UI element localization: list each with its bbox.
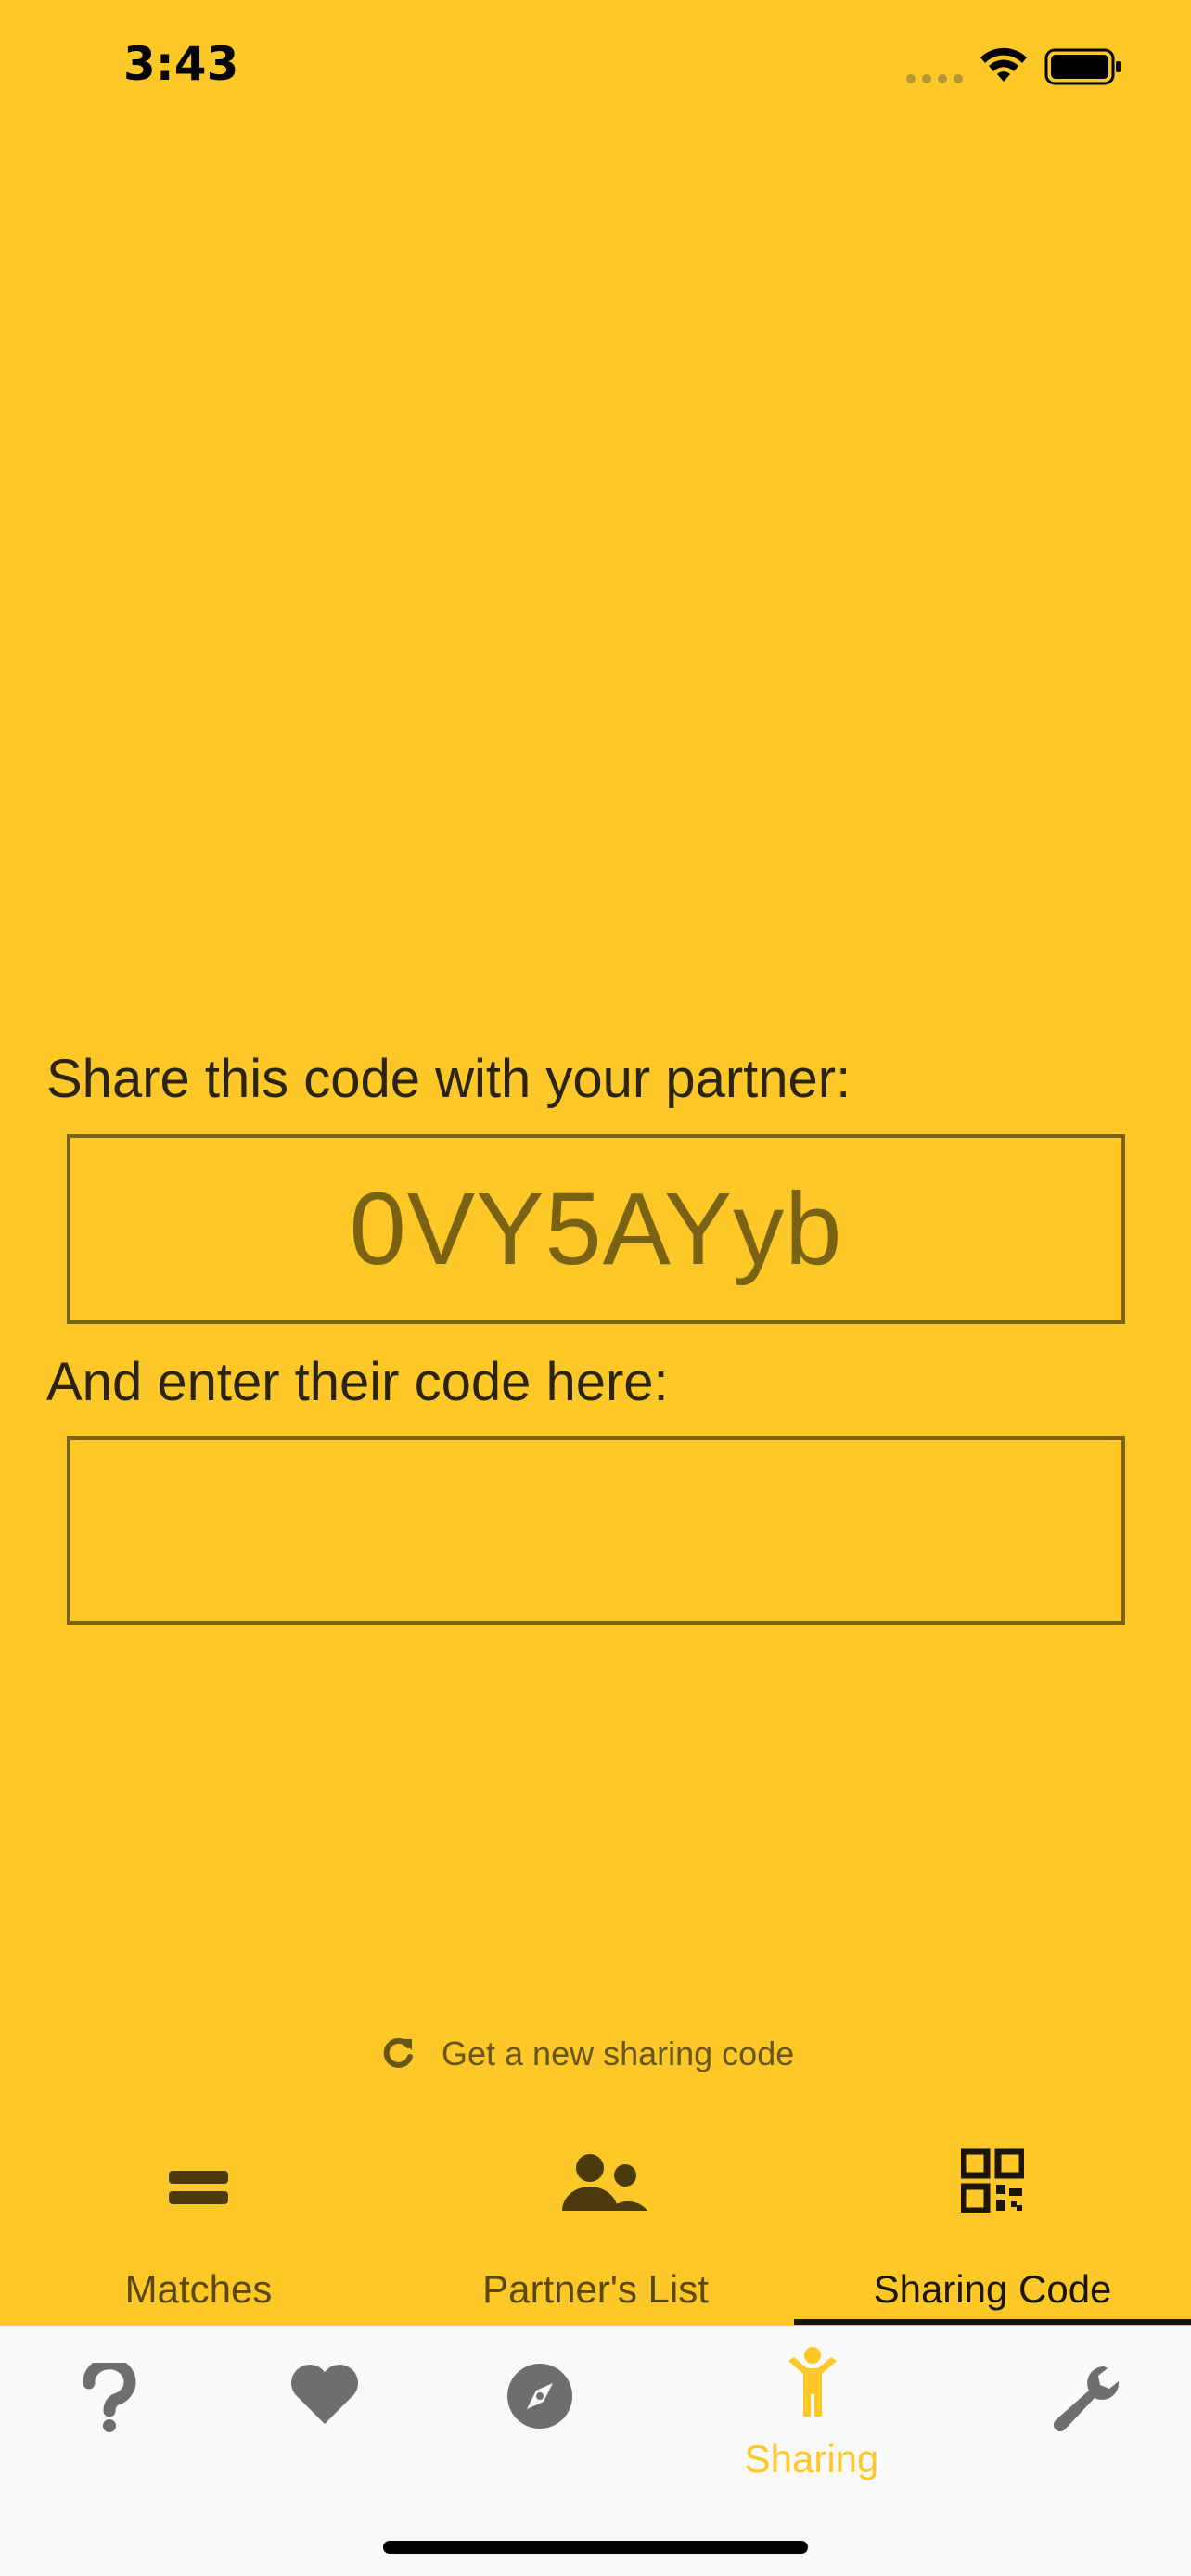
enter-code-prompt: And enter their code here:: [46, 1352, 669, 1412]
question-icon: [83, 2363, 136, 2432]
status-time: 3:43: [123, 37, 239, 91]
home-indicator: [383, 2541, 808, 2554]
active-tab-indicator: [794, 2319, 1191, 2325]
new-sharing-code-label: Get a new sharing code: [442, 2034, 795, 2072]
users-icon: [562, 2154, 647, 2211]
partner-code-input[interactable]: [70, 1440, 1121, 1621]
qr-code-icon: [961, 2148, 1024, 2213]
bottom-tab-sharing[interactable]: Sharing: [733, 2326, 890, 2483]
partner-code-box[interactable]: [67, 1436, 1125, 1625]
inner-tab-bar: Matches Partner's List Sharing Code: [0, 2133, 1191, 2326]
heart-icon: [291, 2365, 358, 2424]
refresh-icon: [383, 2037, 413, 2068]
bottom-tab-settings[interactable]: [1030, 2326, 1141, 2483]
tab-partners-list[interactable]: Partner's List: [397, 2133, 794, 2326]
tab-matches[interactable]: Matches: [0, 2133, 397, 2326]
tab-partners-list-label: Partner's List: [482, 2267, 709, 2311]
equals-icon: [169, 2171, 228, 2204]
wifi-icon: [980, 47, 1027, 82]
status-bar: 3:43: [0, 0, 1191, 139]
tab-sharing-code-label: Sharing Code: [873, 2267, 1112, 2311]
bottom-tab-sharing-label: Sharing: [744, 2437, 879, 2480]
person-raised-arms-icon: [788, 2347, 837, 2417]
wrench-icon: [1053, 2366, 1120, 2432]
battery-icon: [1044, 48, 1121, 85]
bottom-tab-bar: Sharing: [0, 2326, 1191, 2576]
share-prompt: Share this code with your partner:: [46, 1049, 852, 1109]
tab-matches-label: Matches: [124, 2267, 273, 2311]
bottom-tab-help[interactable]: [56, 2326, 167, 2483]
tab-sharing-code[interactable]: Sharing Code: [794, 2133, 1191, 2326]
compass-icon: [507, 2364, 572, 2429]
bottom-tab-explore[interactable]: [484, 2326, 596, 2483]
bottom-tab-favorites[interactable]: [269, 2326, 380, 2483]
sharing-code-box[interactable]: 0VY5AYyb: [67, 1134, 1125, 1324]
new-sharing-code-button[interactable]: Get a new sharing code: [380, 2031, 794, 2077]
cellular-signal-icon: [906, 74, 964, 83]
sharing-code-value[interactable]: 0VY5AYyb: [70, 1138, 1121, 1320]
